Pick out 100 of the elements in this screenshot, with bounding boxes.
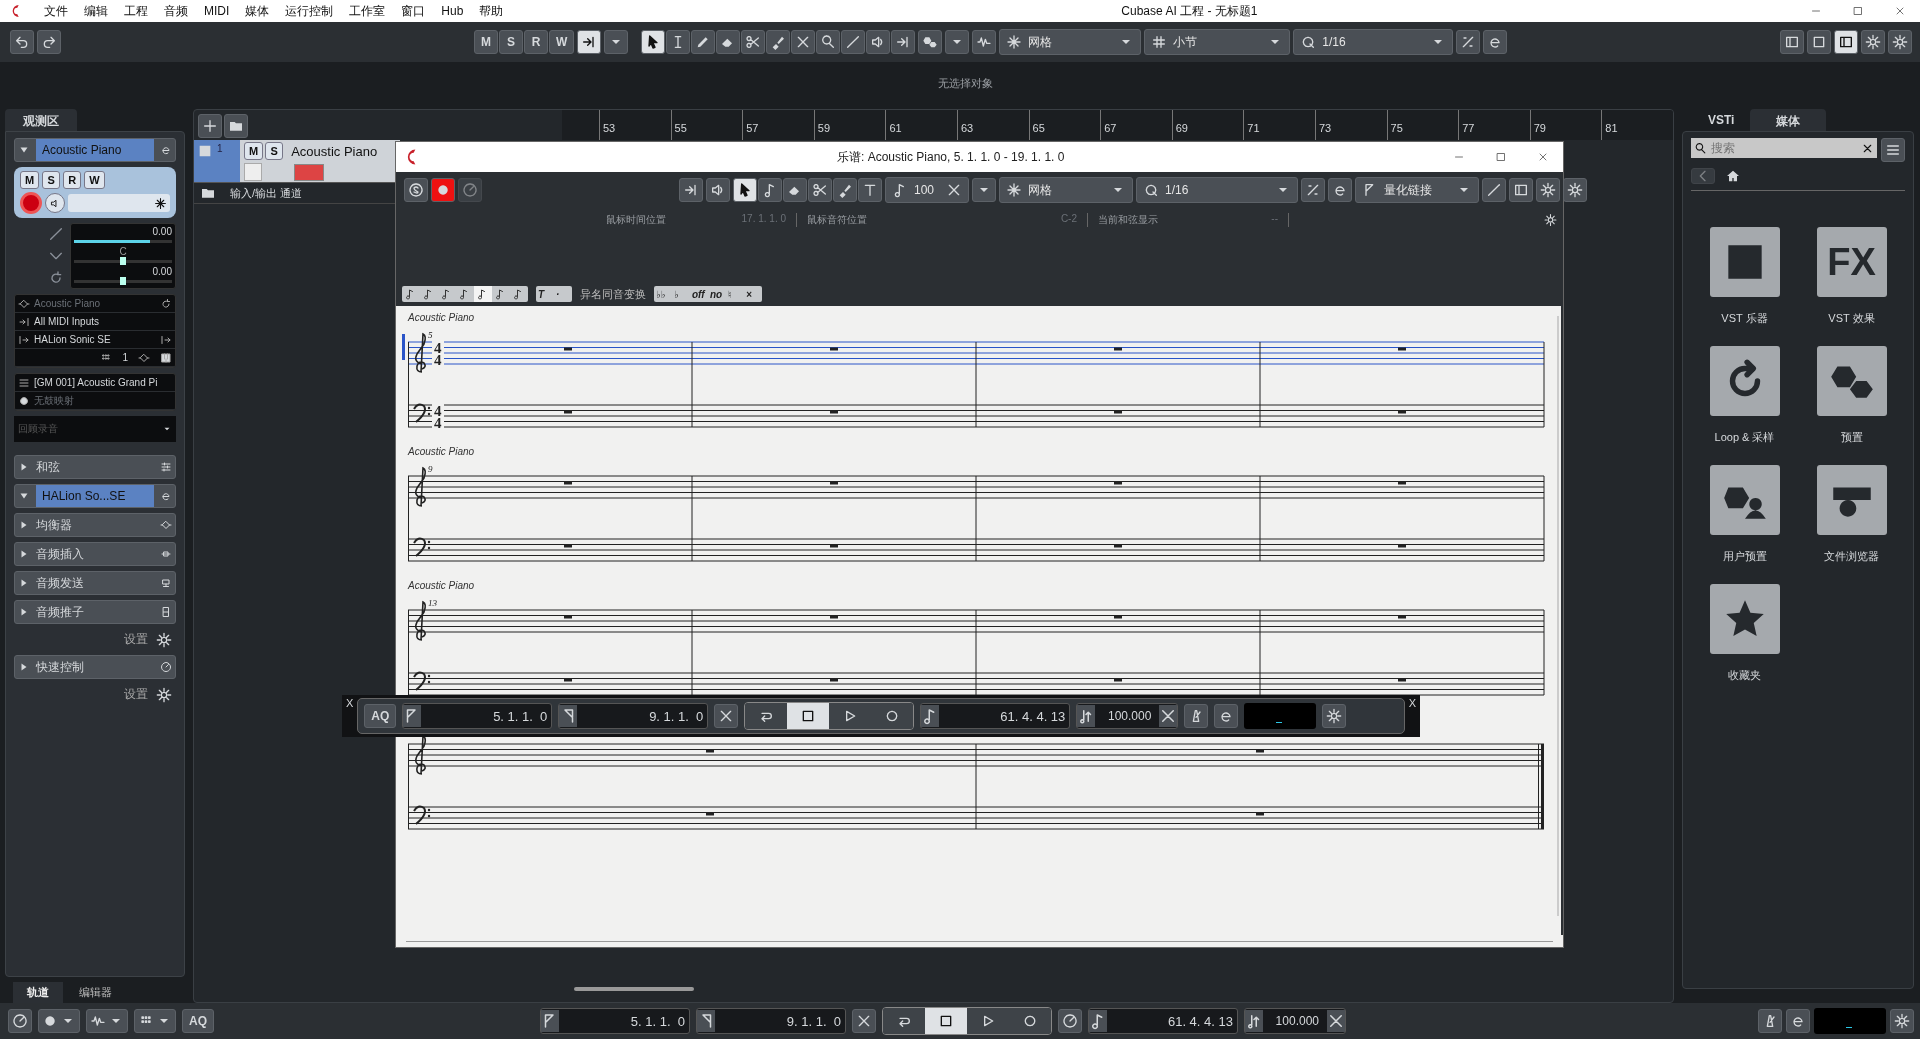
menu-item[interactable]: 工作室 bbox=[341, 2, 394, 20]
track-state-button[interactable]: R bbox=[524, 30, 548, 54]
track-state-button[interactable]: M bbox=[20, 171, 40, 189]
menu-item[interactable]: 音频 bbox=[156, 2, 196, 20]
menu-item[interactable]: Hub bbox=[433, 4, 472, 18]
inspector-section[interactable]: 快速控制 bbox=[14, 655, 176, 679]
time-signature-number: 4 bbox=[434, 340, 442, 356]
menu-item[interactable]: 媒体 bbox=[237, 2, 278, 20]
track-state-button[interactable]: R bbox=[63, 171, 82, 189]
close-button[interactable]: X bbox=[342, 695, 358, 711]
quantize-dropdown[interactable]: 1/16 bbox=[1293, 29, 1454, 55]
enharmonic-button[interactable]: ♮ bbox=[726, 286, 744, 302]
measure-number: 5 bbox=[428, 330, 433, 340]
inspector-section[interactable]: HALion So...SE bbox=[14, 484, 176, 508]
bar-number: 61 bbox=[885, 110, 957, 140]
measure-number: 13 bbox=[428, 598, 437, 608]
track-state-button[interactable]: S bbox=[265, 142, 284, 160]
track-name: Acoustic Piano bbox=[291, 143, 378, 159]
inspector-section[interactable]: 均衡器 bbox=[14, 513, 176, 537]
search-input[interactable]: 搜索 bbox=[1709, 140, 1859, 156]
track-state-button[interactable]: S bbox=[42, 171, 61, 189]
instrument-name: Acoustic Piano bbox=[408, 312, 475, 323]
menu-item[interactable]: 编辑 bbox=[76, 2, 116, 20]
channel-field[interactable]: 1 bbox=[122, 352, 128, 363]
bar-number: 75 bbox=[1386, 110, 1459, 140]
aq-button[interactable]: AQ bbox=[182, 1009, 214, 1033]
snap-type-dropdown[interactable]: 网格 bbox=[999, 29, 1142, 55]
enharmonic-label: 异名同音变换 bbox=[580, 286, 646, 302]
inspector-section[interactable]: 音频插入 bbox=[14, 542, 176, 566]
aq-button[interactable]: AQ bbox=[364, 704, 397, 728]
bar-number: 59 bbox=[813, 110, 886, 140]
instrument-name: Acoustic Piano bbox=[408, 580, 475, 591]
status-value: 17. 1. 1. 0 bbox=[741, 213, 786, 226]
left-locator-field[interactable]: 5. 1. 1. 0 bbox=[402, 703, 553, 729]
enharmonic-button[interactable]: × bbox=[744, 286, 762, 302]
volume-value: 0.00 bbox=[151, 226, 172, 237]
quantize-dropdown[interactable]: 1/16 bbox=[1136, 177, 1298, 203]
inspector-section[interactable]: 音频推子 bbox=[14, 600, 176, 624]
ruler[interactable]: 53 55 57 59 61 63 65 67 69 71 73 75 77 79 81 bbox=[562, 110, 1673, 140]
zone-tab[interactable]: VSTi bbox=[1692, 109, 1751, 131]
quantize-link-dropdown[interactable]: 量化链接 bbox=[1355, 177, 1479, 203]
bar-number: 79 bbox=[1529, 110, 1602, 140]
text-button[interactable]: · bbox=[554, 286, 572, 302]
info-line: 无选择对象 bbox=[936, 76, 993, 91]
zone-tab[interactable]: 轨道 bbox=[13, 982, 63, 1003]
routing-field[interactable]: All MIDI Inputs bbox=[34, 316, 172, 327]
routing-field[interactable]: Acoustic Piano bbox=[34, 298, 156, 309]
right-locator-field[interactable]: 9. 1. 1. 0 bbox=[558, 703, 709, 729]
tile-label: 预置 bbox=[1840, 430, 1863, 445]
position-field[interactable]: 61. 4. 4. 13 bbox=[1088, 1008, 1238, 1034]
text-button[interactable]: T bbox=[536, 286, 554, 302]
left-locator-field[interactable]: 5. 1. 1. 0 bbox=[540, 1008, 690, 1034]
velocity-field[interactable]: 100 bbox=[885, 177, 969, 203]
search-field[interactable]: 搜索 bbox=[1691, 138, 1877, 158]
zone-tab[interactable]: 编辑器 bbox=[65, 982, 126, 1003]
bar-number: 53 bbox=[599, 110, 671, 140]
status-value: C-2 bbox=[1060, 213, 1077, 226]
status-label: 当前和弦显示 bbox=[1098, 213, 1159, 227]
inspector-section[interactable]: 和弦 bbox=[14, 455, 176, 479]
settings-label[interactable]: 设置 bbox=[124, 631, 148, 648]
routing-field[interactable]: HALion Sonic SE bbox=[34, 334, 156, 345]
tile-label: Loop & 采样 bbox=[1714, 430, 1775, 445]
drum-map-field[interactable]: 无鼓映射 bbox=[34, 393, 172, 408]
track-state-button[interactable]: M bbox=[244, 142, 264, 160]
bar-number: 57 bbox=[742, 110, 814, 140]
grid-dropdown[interactable]: 小节 bbox=[1144, 29, 1291, 55]
track-state-button[interactable]: S bbox=[499, 30, 523, 54]
bar-number: 55 bbox=[670, 110, 743, 140]
tempo-field[interactable]: 100.000 bbox=[1076, 703, 1179, 729]
menu-item[interactable]: 工程 bbox=[116, 2, 156, 20]
position-field[interactable]: 61. 4. 4. 13 bbox=[920, 703, 1071, 729]
inspector-tab[interactable]: 观测区 bbox=[5, 109, 77, 131]
tile-label: VST 乐器 bbox=[1721, 311, 1768, 326]
enharmonic-button[interactable]: off bbox=[690, 286, 708, 302]
close-button[interactable]: X bbox=[1404, 695, 1420, 711]
menu-item[interactable]: 文件 bbox=[36, 2, 76, 20]
window-title: Cubase AI 工程 - 无标题1 bbox=[1121, 2, 1258, 20]
measure-number: 9 bbox=[428, 464, 433, 474]
inspector-section[interactable]: 音频发送 bbox=[14, 571, 176, 595]
track-state-button[interactable]: M bbox=[474, 30, 498, 54]
menu-item[interactable]: 窗口 bbox=[393, 2, 434, 20]
menu-item[interactable]: 帮助 bbox=[471, 2, 512, 20]
snap-type-dropdown[interactable]: 网格 bbox=[999, 177, 1133, 203]
tile-label: 文件浏览器 bbox=[1824, 549, 1879, 564]
enharmonic-button[interactable]: ♭♭ bbox=[654, 286, 672, 302]
delay-value: 0.00 bbox=[151, 266, 172, 277]
settings-label[interactable]: 设置 bbox=[124, 686, 148, 703]
track-state-button[interactable]: W bbox=[84, 171, 105, 189]
tempo-field[interactable]: 100.000 bbox=[1244, 1008, 1346, 1034]
right-locator-field[interactable]: 9. 1. 1. 0 bbox=[696, 1008, 846, 1034]
track-state-button[interactable]: W bbox=[549, 30, 575, 54]
menu-item[interactable]: MIDI bbox=[196, 4, 238, 18]
zone-tab[interactable]: 媒体 bbox=[1750, 109, 1827, 131]
menu-item[interactable]: 运行控制 bbox=[277, 2, 342, 20]
program-field[interactable]: [GM 001] Acoustic Grand Pi bbox=[34, 377, 172, 388]
media-tile[interactable]: FX bbox=[1816, 227, 1887, 297]
enharmonic-button[interactable]: ♭ bbox=[672, 286, 690, 302]
enharmonic-button[interactable]: no bbox=[708, 286, 726, 302]
track-name[interactable]: Acoustic Piano bbox=[36, 139, 154, 161]
bar-number: 71 bbox=[1243, 110, 1315, 140]
